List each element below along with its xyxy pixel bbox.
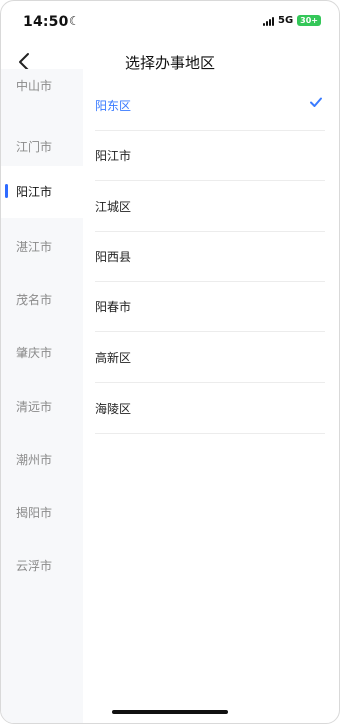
city-item[interactable]: 揭阳市 [1,495,83,539]
city-item[interactable]: 云浮市 [1,548,83,592]
divider [95,433,325,434]
city-label: 潮州市 [16,453,53,467]
phone-screen: 14:50 ☾ 5G 30+ 选择办事地区 中山市 江门市 阳江市 湛江市 茂名… [0,0,340,724]
signal-icon [262,16,274,26]
moon-icon: ☾ [69,14,80,28]
city-item[interactable]: 湛江市 [1,228,83,272]
status-indicators: 5G 30+ [262,15,321,26]
city-label: 中山市 [16,79,53,93]
district-label: 阳春市 [95,300,132,314]
city-item[interactable]: 清远市 [1,388,83,432]
district-item[interactable]: 阳江市 [83,131,339,181]
checkmark-icon [310,97,322,107]
home-indicator[interactable] [112,710,228,714]
city-item[interactable]: 中山市 [1,69,83,113]
network-type: 5G [277,15,294,26]
district-item[interactable]: 高新区 [83,333,339,383]
district-label: 阳江市 [95,149,132,163]
divider [95,331,325,332]
city-item[interactable]: 潮州市 [1,441,83,485]
city-label: 茂名市 [16,293,53,307]
status-time: 14:50 [23,14,69,30]
district-item-selected[interactable]: 阳东区 [83,81,339,131]
city-label: 江门市 [16,140,53,154]
divider [95,382,325,383]
district-list[interactable]: 阳东区 阳江市 江城区 阳西县 阳春市 高新区 海陵区 [83,81,339,723]
district-label: 阳东区 [95,99,132,113]
city-label: 阳江市 [16,185,53,199]
district-label: 阳西县 [95,250,132,264]
city-label: 湛江市 [16,240,53,254]
district-label: 江城区 [95,200,132,214]
city-item[interactable]: 茂名市 [1,281,83,325]
district-item[interactable]: 阳西县 [83,232,339,282]
battery-icon: 30+ [297,15,321,26]
district-item[interactable]: 江城区 [83,182,339,232]
city-item[interactable]: 肇庆市 [1,335,83,379]
divider [95,180,325,181]
city-label: 揭阳市 [16,506,53,520]
district-label: 高新区 [95,351,132,365]
district-label: 海陵区 [95,402,132,416]
district-item[interactable]: 阳春市 [83,282,339,332]
city-label: 云浮市 [16,559,53,573]
city-label: 清远市 [16,400,53,414]
city-item[interactable]: 江门市 [1,122,83,166]
city-list[interactable]: 中山市 江门市 阳江市 湛江市 茂名市 肇庆市 清远市 潮州市 揭阳市 云浮市 [1,69,83,723]
active-indicator [5,184,8,198]
city-item-selected[interactable]: 阳江市 [1,166,83,218]
city-label: 肇庆市 [16,346,53,360]
district-item[interactable]: 海陵区 [83,384,339,434]
status-bar: 14:50 ☾ 5G 30+ [1,1,339,41]
